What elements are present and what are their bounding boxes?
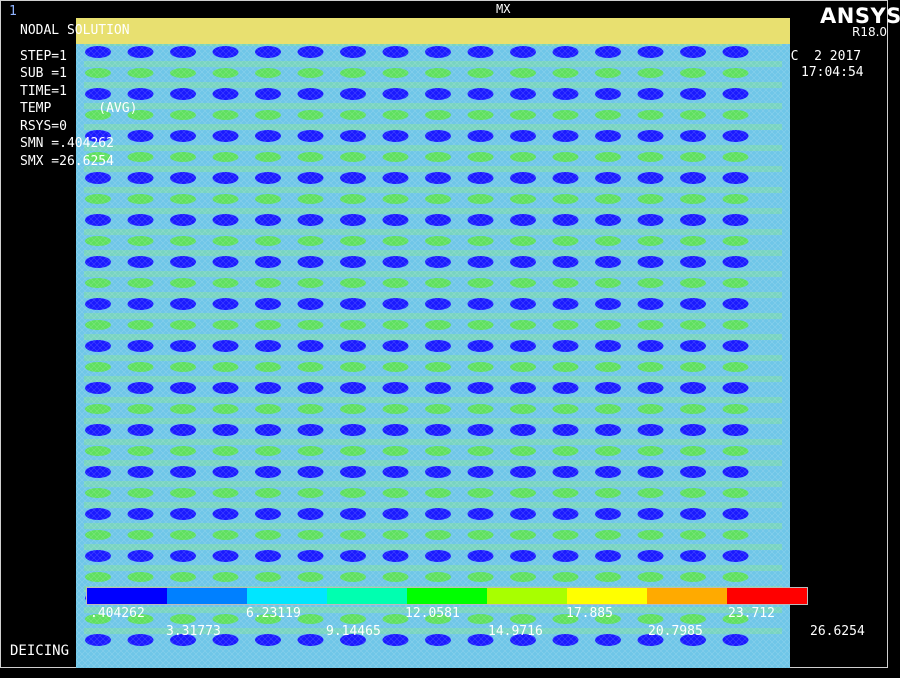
legend-label-lower: 14.9716 (488, 624, 543, 639)
sub-value: SUB =1 (20, 66, 67, 81)
contour-legend-bar (86, 587, 808, 605)
model-title: DEICING (10, 643, 70, 659)
legend-swatch (87, 588, 167, 604)
legend-swatch (567, 588, 647, 604)
legend-swatch (727, 588, 807, 604)
legend-swatch (167, 588, 247, 604)
legend-swatch (247, 588, 327, 604)
max-marker-label: MX (496, 2, 511, 16)
top-hot-band (76, 18, 790, 44)
smx-value: SMX =26.6254 (20, 153, 114, 169)
legend-swatch (327, 588, 407, 604)
solution-info-panel: NODAL SOLUTION STEP=1 SUB =1 TIME=1 TEMP… (20, 22, 137, 170)
legend-swatch (487, 588, 567, 604)
legend-label-lower: 3.31773 (166, 624, 221, 639)
legend-label-lower: 20.7985 (648, 624, 703, 639)
mesh-overlay (76, 18, 790, 668)
contour-plot[interactable] (76, 18, 790, 668)
rsys-value: RSYS=0 (20, 118, 67, 134)
legend-label-upper: 23.712 (728, 606, 775, 621)
legend-swatch (407, 588, 487, 604)
result-item: TEMP (AVG) (20, 101, 138, 116)
time-stamp: 17:04:54 (801, 65, 864, 80)
legend-swatch (647, 588, 727, 604)
smn-value: SMN =.404262 (20, 136, 114, 151)
window-number: 1 (9, 4, 17, 19)
legend-label-lower: 26.6254 (810, 624, 865, 639)
legend-label-upper: 12.0581 (405, 606, 460, 621)
legend-label-upper: .404262 (90, 606, 145, 621)
solution-title: NODAL SOLUTION (20, 23, 130, 38)
legend-label-upper: 6.23119 (246, 606, 301, 621)
time-value: TIME=1 (20, 83, 67, 99)
release-version: R18.0 (852, 25, 888, 39)
legend-label-upper: 17.885 (566, 606, 613, 621)
step-value: STEP=1 (20, 48, 67, 64)
legend-label-lower: 9.14465 (326, 624, 381, 639)
